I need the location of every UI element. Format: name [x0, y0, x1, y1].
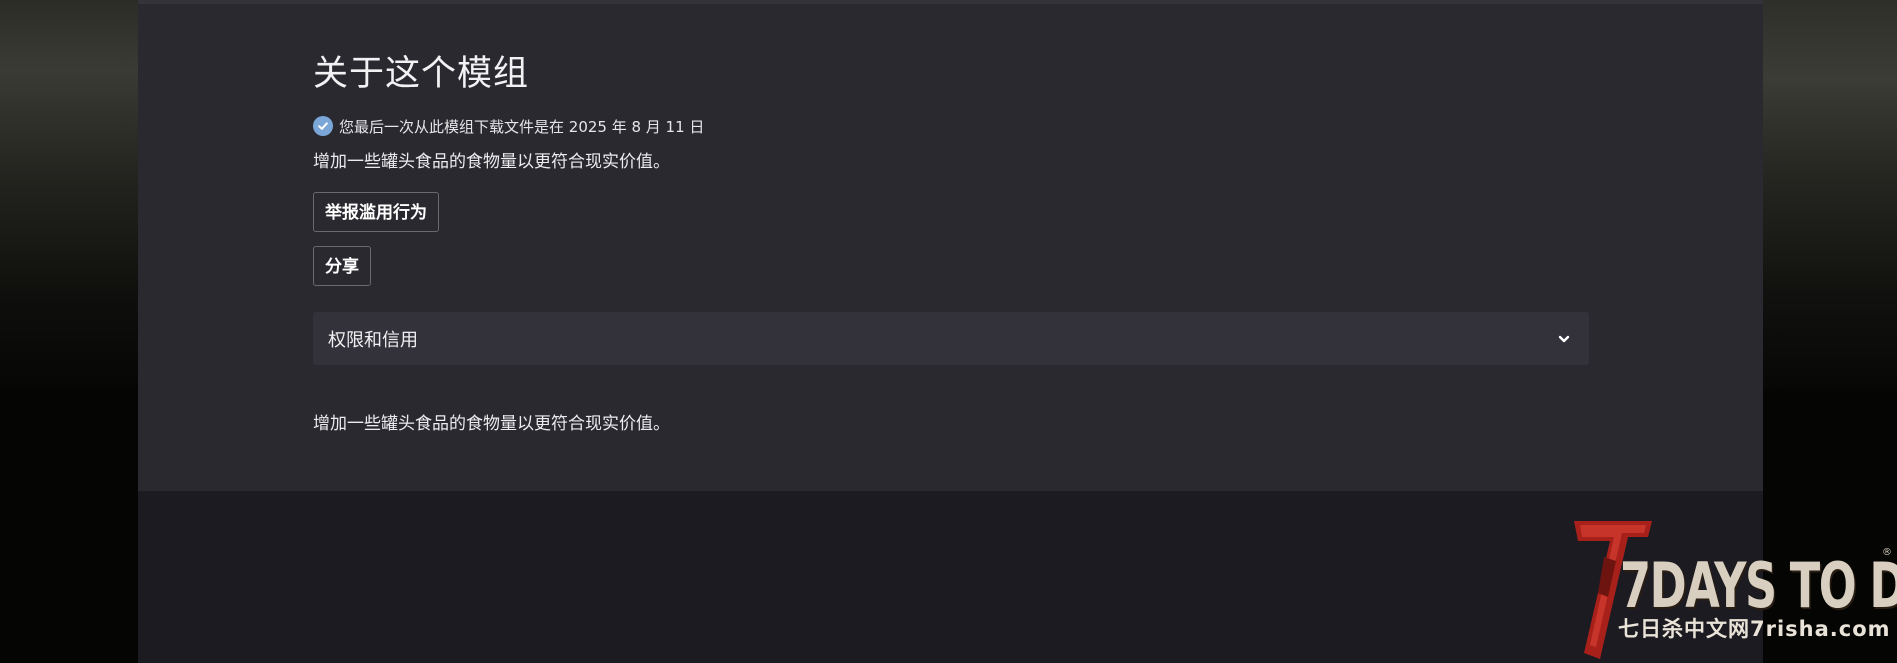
chevron-down-icon[interactable]: [1555, 330, 1573, 348]
about-mod-section: 关于这个模组 您最后一次从此模组下载文件是在 2025 年 8 月 11 日 增…: [138, 0, 1763, 491]
right-background-art: [1762, 0, 1897, 390]
left-background-art: [0, 0, 140, 390]
permissions-credits-label: 权限和信用: [328, 329, 418, 351]
logo-subtitle: 七日杀中文网7risha.com: [1618, 617, 1891, 641]
last-download-text: 您最后一次从此模组下载文件是在 2025 年 8 月 11 日: [339, 117, 705, 136]
check-circle-icon: [313, 116, 333, 136]
last-download-note: 您最后一次从此模组下载文件是在 2025 年 8 月 11 日: [313, 115, 1589, 137]
about-mod-content: 关于这个模组 您最后一次从此模组下载文件是在 2025 年 8 月 11 日 增…: [313, 48, 1589, 436]
mod-summary: 增加一些罐头食品的食物量以更符合现实价值。: [313, 152, 670, 172]
main-content-column: 关于这个模组 您最后一次从此模组下载文件是在 2025 年 8 月 11 日 增…: [138, 0, 1763, 663]
about-title: 关于这个模组: [313, 54, 530, 94]
report-abuse-button[interactable]: 举报滥用行为: [313, 192, 439, 232]
registered-mark: ®: [1882, 547, 1892, 558]
site-watermark-logo: 7DAYS TO DIE ® 七日杀中文网7risha.com: [1570, 517, 1897, 663]
share-button[interactable]: 分享: [313, 246, 371, 286]
mod-description: 增加一些罐头食品的食物量以更符合现实价值。: [313, 414, 670, 434]
logo-title: 7DAYS TO DIE: [1620, 549, 1897, 622]
permissions-credits-accordion[interactable]: 权限和信用: [313, 312, 1589, 365]
left-background-bottom: [0, 390, 140, 663]
section-top-border: [138, 0, 1763, 4]
